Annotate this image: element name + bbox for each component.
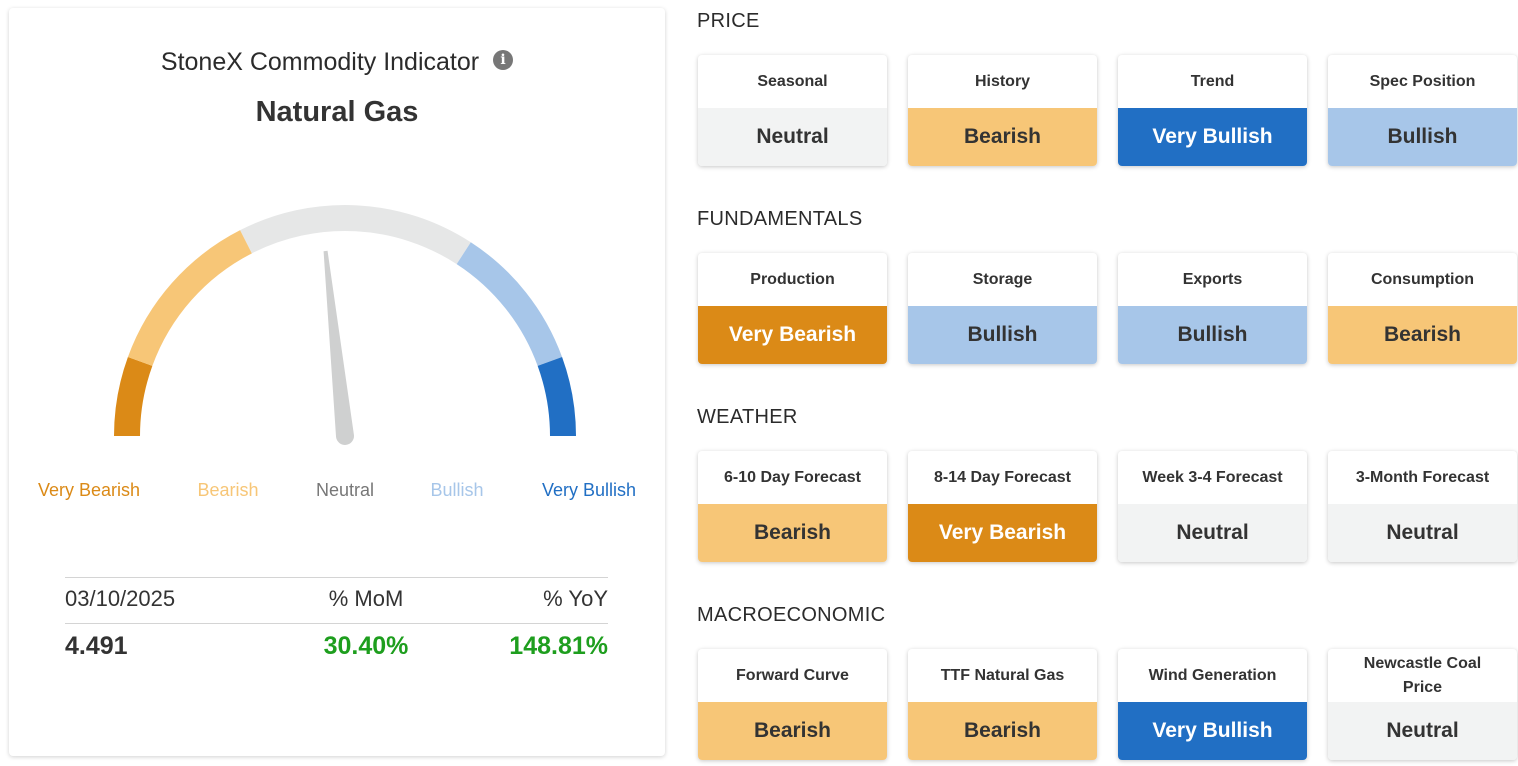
tile-value: Bullish bbox=[1118, 306, 1307, 364]
tile-wind-generation[interactable]: Wind Generation Very Bullish bbox=[1118, 649, 1307, 760]
tile-label: Week 3-4 Forecast bbox=[1142, 468, 1283, 486]
stats-mom-label: % MoM bbox=[328, 586, 404, 611]
tile-value: Neutral bbox=[1328, 504, 1517, 562]
sentiment-gauge bbox=[114, 205, 576, 445]
tile-value: Bearish bbox=[908, 108, 1097, 166]
tile-history[interactable]: History Bearish bbox=[908, 55, 1097, 166]
tile-value: Neutral bbox=[698, 108, 887, 166]
tile-exports[interactable]: Exports Bullish bbox=[1118, 253, 1307, 364]
tile-trend[interactable]: Trend Very Bullish bbox=[1118, 55, 1307, 166]
tile-forward-curve[interactable]: Forward Curve Bearish bbox=[698, 649, 887, 760]
tile-label: Wind Generation bbox=[1148, 666, 1277, 684]
tile-consumption[interactable]: Consumption Bearish bbox=[1328, 253, 1517, 364]
tile-6-10-day-forecast[interactable]: 6-10 Day Forecast Bearish bbox=[698, 451, 887, 562]
tile-value: Neutral bbox=[1328, 702, 1517, 760]
stats-yoy-value: 148.81% bbox=[509, 632, 608, 660]
gauge-segment-very-bearish bbox=[114, 356, 153, 437]
gauge-label-bullish: Bullish bbox=[430, 480, 484, 500]
section-title-weather: WEATHER bbox=[697, 406, 798, 428]
commodity-indicator-card: StoneX Commodity Indicator i Natural Gas … bbox=[9, 8, 665, 756]
tile-label: Seasonal bbox=[757, 72, 828, 90]
tile-value: Very Bearish bbox=[698, 306, 887, 364]
tile-label: Exports bbox=[1182, 270, 1243, 288]
tile-value: Bullish bbox=[1328, 108, 1517, 166]
gauge-segment-very-bullish bbox=[537, 356, 576, 437]
stats-header-row: 03/10/2025 % MoM % YoY bbox=[65, 578, 608, 623]
tile-production[interactable]: Production Very Bearish bbox=[698, 253, 887, 364]
gauge-segment-bullish bbox=[456, 242, 563, 367]
tile-ttf-natural-gas[interactable]: TTF Natural Gas Bearish bbox=[908, 649, 1097, 760]
tile-label: 8-14 Day Forecast bbox=[934, 468, 1071, 486]
tile-value: Bearish bbox=[698, 504, 887, 562]
tile-8-14-day-forecast[interactable]: 8-14 Day Forecast Very Bearish bbox=[908, 451, 1097, 562]
gauge-label-bearish: Bearish bbox=[197, 480, 259, 500]
tile-value: Bearish bbox=[1328, 306, 1517, 364]
tile-value: Bearish bbox=[698, 702, 887, 760]
tile-value: Very Bearish bbox=[908, 504, 1097, 562]
tile-label: Newcastle Coal Price bbox=[1363, 654, 1482, 696]
stats-value-row: 4.491 30.40% 148.81% bbox=[65, 624, 608, 669]
tile-label: Trend bbox=[1190, 72, 1235, 90]
tile-label: Storage bbox=[972, 270, 1033, 288]
stats-mom-value: 30.40% bbox=[323, 632, 409, 660]
gauge-segment-bearish bbox=[127, 230, 253, 367]
gauge-label-very-bearish: Very Bearish bbox=[37, 480, 141, 500]
stats-date: 03/10/2025 bbox=[65, 586, 176, 611]
tile-label: Production bbox=[750, 270, 835, 288]
gauge-label-very-bullish: Very Bullish bbox=[541, 480, 637, 500]
tile-value: Very Bullish bbox=[1118, 108, 1307, 166]
section-title-macroeconomic: MACROECONOMIC bbox=[697, 604, 886, 626]
tile-value: Neutral bbox=[1118, 504, 1307, 562]
tile-value: Very Bullish bbox=[1118, 702, 1307, 760]
gauge-label-neutral: Neutral bbox=[315, 480, 375, 500]
section-title-price: PRICE bbox=[697, 10, 760, 32]
tile-spec-position[interactable]: Spec Position Bullish bbox=[1328, 55, 1517, 166]
tile-label: History bbox=[974, 72, 1031, 90]
price-stats-table: 03/10/2025 % MoM % YoY 4.491 30.40% 148.… bbox=[65, 577, 608, 669]
tile-value: Bullish bbox=[908, 306, 1097, 364]
tile-storage[interactable]: Storage Bullish bbox=[908, 253, 1097, 364]
stats-yoy-label: % YoY bbox=[543, 586, 608, 611]
tile-label: Consumption bbox=[1370, 270, 1475, 288]
tile-label: 3-Month Forecast bbox=[1355, 468, 1490, 486]
tile-value: Bearish bbox=[908, 702, 1097, 760]
tile-week-3-4-forecast[interactable]: Week 3-4 Forecast Neutral bbox=[1118, 451, 1307, 562]
gauge-segment-neutral bbox=[240, 205, 471, 265]
tile-label: TTF Natural Gas bbox=[940, 666, 1065, 684]
tile-seasonal[interactable]: Seasonal Neutral bbox=[698, 55, 887, 166]
tile-label: Forward Curve bbox=[736, 666, 849, 684]
gauge-needle bbox=[323, 250, 354, 445]
gauge-legend: Very Bearish Bearish Neutral Bullish Ver… bbox=[9, 480, 665, 504]
tile-newcastle-coal-price[interactable]: Newcastle Coal Price Neutral bbox=[1328, 649, 1517, 760]
tile-3-month-forecast[interactable]: 3-Month Forecast Neutral bbox=[1328, 451, 1517, 562]
tile-label: 6-10 Day Forecast bbox=[724, 468, 861, 486]
stats-price: 4.491 bbox=[65, 632, 128, 660]
tile-label: Spec Position bbox=[1369, 72, 1476, 90]
section-title-fundamentals: FUNDAMENTALS bbox=[697, 208, 863, 230]
